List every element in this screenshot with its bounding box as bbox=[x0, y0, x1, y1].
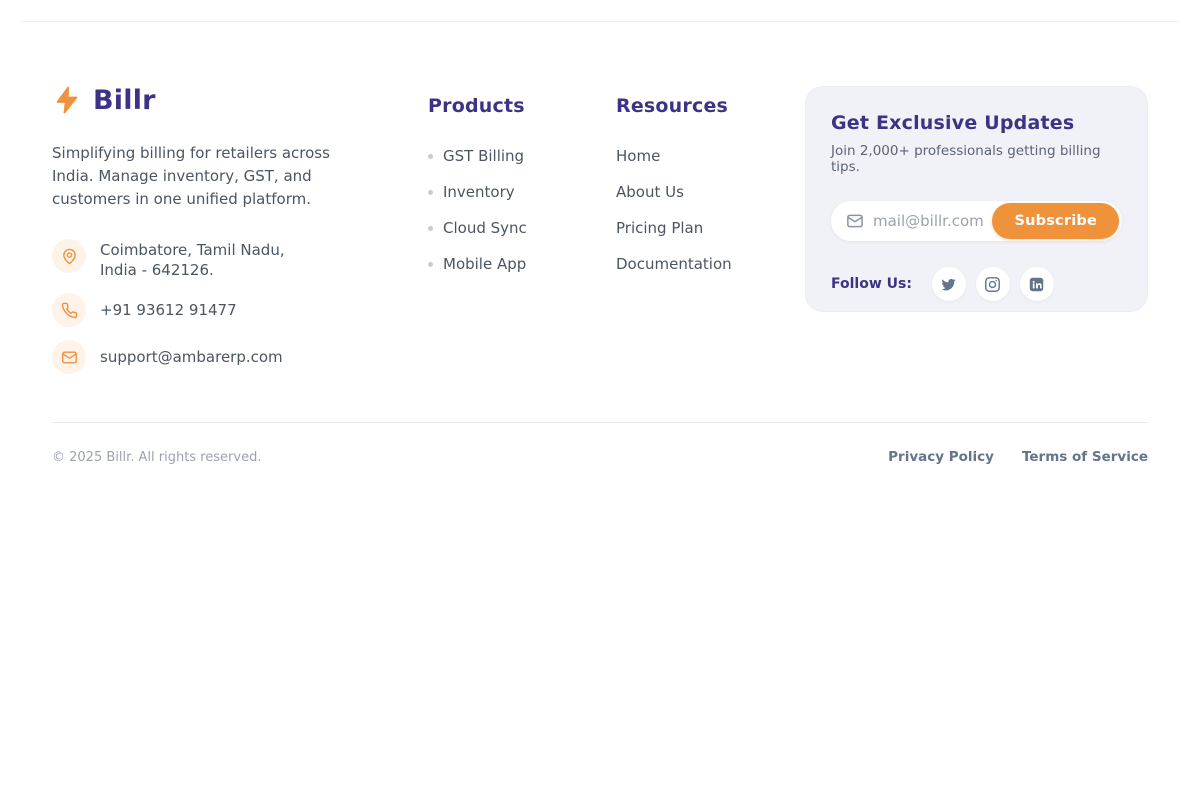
list-item: Inventory bbox=[428, 183, 527, 201]
contact-list: Coimbatore, Tamil Nadu, India - 642126. … bbox=[52, 239, 417, 374]
products-column: Products GST Billing Inventory Cloud Syn… bbox=[428, 95, 527, 291]
resources-column: Resources Home About Us Pricing Plan Doc… bbox=[616, 95, 732, 291]
lightning-icon bbox=[52, 85, 82, 115]
top-divider bbox=[20, 21, 1180, 22]
instagram-icon bbox=[984, 276, 1001, 293]
envelope-icon bbox=[52, 340, 86, 374]
link-pricing-plan[interactable]: Pricing Plan bbox=[616, 219, 703, 237]
brand-name: Billr bbox=[93, 85, 156, 116]
link-documentation[interactable]: Documentation bbox=[616, 255, 732, 273]
newsletter-subtitle: Join 2,000+ professionals getting billin… bbox=[831, 143, 1122, 175]
list-item: About Us bbox=[616, 183, 732, 201]
follow-label: Follow Us: bbox=[831, 276, 912, 292]
list-item: Pricing Plan bbox=[616, 219, 732, 237]
resources-links: Home About Us Pricing Plan Documentation bbox=[616, 147, 732, 273]
link-inventory[interactable]: Inventory bbox=[443, 183, 515, 201]
list-item: Cloud Sync bbox=[428, 219, 527, 237]
link-privacy-policy[interactable]: Privacy Policy bbox=[888, 449, 994, 465]
linkedin-icon bbox=[1028, 276, 1045, 293]
contact-email: support@ambarerp.com bbox=[52, 340, 417, 374]
bottom-bar: © 2025 Billr. All rights reserved. Priva… bbox=[52, 449, 1148, 465]
phone-icon bbox=[52, 293, 86, 327]
envelope-icon bbox=[846, 212, 864, 230]
list-item: GST Billing bbox=[428, 147, 527, 165]
brand-logo: Billr bbox=[52, 84, 417, 116]
brand-column: Billr Simplifying billing for retailers … bbox=[52, 84, 417, 387]
contact-phone: +91 93612 91477 bbox=[52, 293, 417, 327]
link-mobile-app[interactable]: Mobile App bbox=[443, 255, 526, 273]
subscribe-form: Subscribe bbox=[831, 201, 1122, 241]
list-item: Documentation bbox=[616, 255, 732, 273]
bottom-divider bbox=[52, 422, 1148, 423]
copyright-text: © 2025 Billr. All rights reserved. bbox=[52, 450, 261, 465]
link-cloud-sync[interactable]: Cloud Sync bbox=[443, 219, 527, 237]
legal-links: Privacy Policy Terms of Service bbox=[888, 449, 1148, 465]
contact-address: Coimbatore, Tamil Nadu, India - 642126. bbox=[52, 239, 417, 280]
link-terms-of-service[interactable]: Terms of Service bbox=[1022, 449, 1148, 465]
resources-heading: Resources bbox=[616, 95, 732, 117]
list-item: Home bbox=[616, 147, 732, 165]
twitter-icon bbox=[940, 276, 957, 293]
follow-row: Follow Us: bbox=[831, 267, 1122, 301]
newsletter-title: Get Exclusive Updates bbox=[831, 112, 1122, 134]
social-twitter[interactable] bbox=[932, 267, 966, 301]
products-heading: Products bbox=[428, 95, 527, 117]
phone-text: +91 93612 91477 bbox=[100, 300, 237, 320]
bullet-dot bbox=[428, 262, 433, 267]
address-text: Coimbatore, Tamil Nadu, India - 642126. bbox=[100, 239, 285, 280]
brand-tagline: Simplifying billing for retailers across… bbox=[52, 142, 364, 211]
map-pin-icon bbox=[52, 239, 86, 273]
products-links: GST Billing Inventory Cloud Sync Mobile … bbox=[428, 147, 527, 273]
email-input[interactable] bbox=[873, 212, 992, 230]
bullet-dot bbox=[428, 154, 433, 159]
link-about-us[interactable]: About Us bbox=[616, 183, 684, 201]
social-linkedin[interactable] bbox=[1020, 267, 1054, 301]
link-home[interactable]: Home bbox=[616, 147, 660, 165]
subscribe-button[interactable]: Subscribe bbox=[992, 203, 1119, 239]
bullet-dot bbox=[428, 226, 433, 231]
email-text: support@ambarerp.com bbox=[100, 347, 283, 367]
social-instagram[interactable] bbox=[976, 267, 1010, 301]
bullet-dot bbox=[428, 190, 433, 195]
list-item: Mobile App bbox=[428, 255, 527, 273]
link-gst-billing[interactable]: GST Billing bbox=[443, 147, 524, 165]
newsletter-card: Get Exclusive Updates Join 2,000+ profes… bbox=[805, 86, 1148, 312]
